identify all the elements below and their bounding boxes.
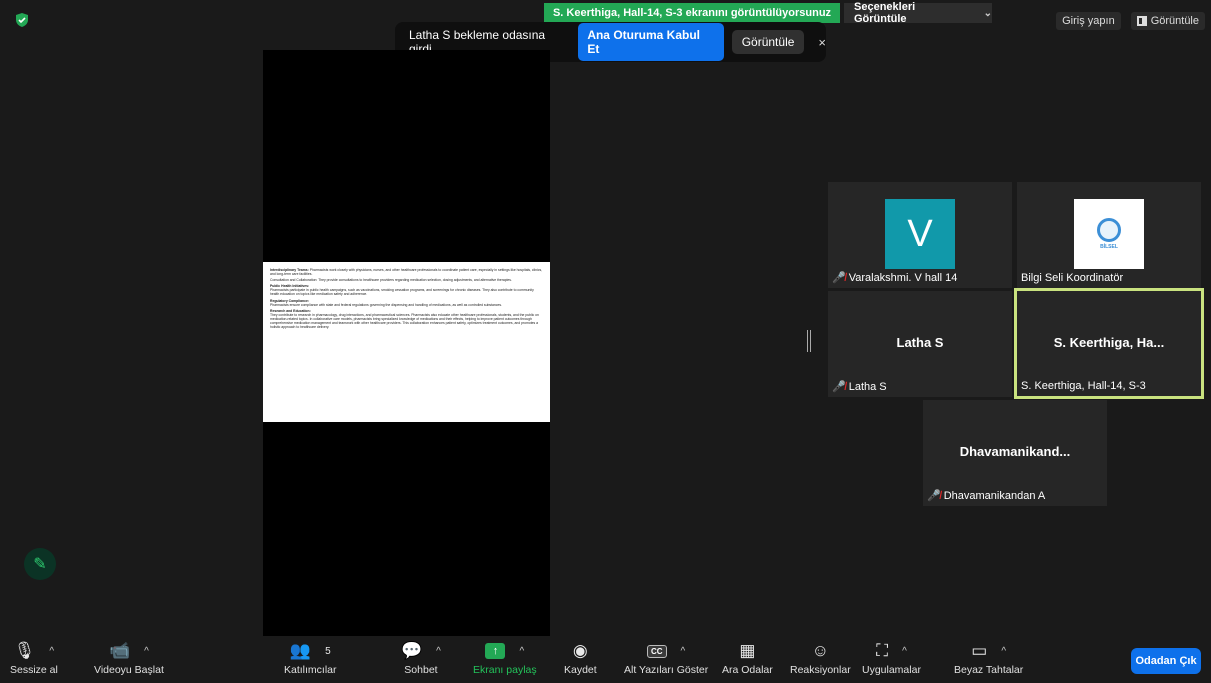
participant-name: Dhavamanikandan A: [943, 489, 1046, 502]
whiteboard-icon: ▭: [971, 641, 988, 660]
record-label: Kaydet: [564, 664, 597, 676]
chevron-up-icon[interactable]: ^: [681, 646, 686, 657]
logo-text: BİLSEL: [1100, 244, 1118, 250]
participant-tile[interactable]: Latha S 🎤̸ Latha S: [828, 291, 1012, 397]
chat-icon: 💬: [401, 641, 423, 660]
view-options-dropdown[interactable]: Seçenekleri Görüntüle ⌄: [844, 1, 992, 25]
notification-view-button[interactable]: Görüntüle: [731, 30, 805, 54]
avatar: BİLSEL: [1074, 199, 1144, 269]
chat-label: Sohbet: [404, 664, 438, 676]
reactions-icon: ☺: [811, 641, 830, 660]
reactions-button[interactable]: ☺ Reaksiyonlar: [790, 640, 851, 676]
share-label: Ekranı paylaş: [473, 664, 537, 676]
breakout-rooms-icon: ▦: [739, 641, 756, 660]
apps-label: Uygulamalar: [862, 664, 921, 676]
captions-icon: CC: [646, 644, 667, 658]
chevron-up-icon[interactable]: ^: [436, 646, 441, 657]
doc-paragraph: Regulatory Compliance: Pharmacists ensure…: [270, 298, 503, 307]
mic-muted-icon: 🎤̸: [927, 490, 941, 502]
video-label: Videoyu Başlat: [94, 664, 164, 676]
participants-count: 5: [325, 645, 331, 657]
chevron-up-icon[interactable]: ^: [902, 646, 907, 657]
doc-paragraph: Public Health Initiatives: Pharmacists pa…: [270, 284, 534, 297]
chevron-up-icon[interactable]: ^: [1001, 646, 1006, 657]
participant-name: Bilgi Seli Koordinatör: [1021, 272, 1124, 284]
participants-label: Katılımcılar: [284, 664, 337, 676]
share-arrow-icon: ↑: [485, 643, 506, 659]
view-button-label: Görüntüle: [1150, 15, 1199, 27]
whiteboards-button[interactable]: ▭ ^ Beyaz Tahtalar: [954, 640, 1023, 676]
logo-icon: [1097, 218, 1121, 242]
top-right-controls: Giriş yapın Görüntüle: [1056, 12, 1205, 30]
resize-handle[interactable]: [807, 330, 811, 352]
chat-button[interactable]: 💬 ^ Sohbet: [401, 640, 441, 676]
whiteboard-label: Beyaz Tahtalar: [954, 664, 1024, 676]
participant-tile[interactable]: V 🎤̸ Varalakshmi. V hall 14: [828, 182, 1012, 288]
apps-icon: ⛶: [876, 641, 889, 660]
view-options-label: Seçenekleri Görüntüle: [854, 1, 916, 25]
doc-paragraph: Interdisciplinary Teams: Pharmacists wor…: [270, 268, 543, 277]
share-screen-button[interactable]: ↑ ^ Ekranı paylaş: [473, 640, 537, 676]
participant-name: Latha S: [848, 380, 887, 393]
captions-button[interactable]: CC ^ Alt Yazıları Göster: [624, 640, 708, 676]
participant-name: Varalakshmi. V hall 14: [848, 271, 958, 284]
apps-button[interactable]: ⛶ ^ Uygulamalar: [862, 640, 921, 676]
breakout-label: Ara Odalar: [722, 664, 773, 676]
participant-display-name: Dhavamanikand...: [959, 444, 1071, 459]
reactions-label: Reaksiyonlar: [790, 664, 851, 676]
breakout-rooms-button[interactable]: ▦ Ara Odalar: [722, 640, 773, 676]
doc-paragraph: Consultation and Collaboration: They pro…: [270, 278, 512, 283]
security-shield-icon[interactable]: [14, 12, 30, 28]
meeting-toolbar: 🎙 ^ Sessize al 📹 ^ Videoyu Başlat 👥 5 Katıl…: [0, 636, 1211, 683]
mute-button[interactable]: 🎙 ^ Sessize al: [10, 640, 58, 676]
mute-label: Sessize al: [10, 664, 58, 676]
chevron-up-icon[interactable]: ^: [144, 646, 149, 657]
participant-tile[interactable]: Dhavamanikand... 🎤̸ Dhavamanikandan A: [923, 400, 1107, 506]
avatar: V: [885, 199, 955, 269]
chevron-up-icon[interactable]: ^: [519, 646, 524, 657]
start-video-button[interactable]: 📹 ^ Videoyu Başlat: [94, 640, 164, 676]
shared-document-page: Interdisciplinary Teams: Pharmacists wor…: [263, 262, 550, 422]
admit-button[interactable]: Ana Oturuma Kabul Et: [578, 23, 724, 61]
record-icon: ◉: [572, 641, 588, 660]
participant-display-name: S. Keerthiga, Ha...: [1053, 335, 1165, 350]
record-button[interactable]: ◉ Kaydet: [564, 640, 597, 676]
mic-muted-icon: 🎤̸: [832, 381, 846, 393]
video-off-icon: 📹: [108, 641, 131, 660]
chevron-up-icon[interactable]: ^: [49, 646, 54, 657]
leave-room-button[interactable]: Odadan Çık: [1131, 648, 1201, 674]
chevron-down-icon: ⌄: [983, 7, 992, 19]
participant-name: S. Keerthiga, Hall-14, S-3: [1021, 380, 1146, 392]
microphone-icon: 🎙: [13, 641, 36, 660]
view-button[interactable]: Görüntüle: [1130, 12, 1205, 30]
close-icon[interactable]: ×: [818, 35, 826, 50]
captions-label: Alt Yazıları Göster: [624, 664, 709, 676]
participant-tile-active-speaker[interactable]: S. Keerthiga, Ha... S. Keerthiga, Hall-1…: [1014, 288, 1204, 399]
participant-display-name: Latha S: [896, 335, 944, 350]
doc-paragraph: Research and Education: They contribute t…: [270, 308, 539, 330]
sharing-banner: S. Keerthiga, Hall-14, S-3 ekranını görü…: [544, 3, 840, 23]
layout-icon: [1136, 16, 1147, 26]
annotate-pencil-icon[interactable]: ✎: [24, 548, 56, 580]
participants-icon: 👥: [289, 641, 312, 660]
participants-button[interactable]: 👥 5 Katılımcılar: [284, 640, 337, 676]
sign-in-button[interactable]: Giriş yapın: [1056, 12, 1121, 30]
mic-muted-icon: 🎤̸: [832, 272, 846, 284]
participant-tile[interactable]: BİLSEL Bilgi Seli Koordinatör: [1017, 182, 1201, 288]
